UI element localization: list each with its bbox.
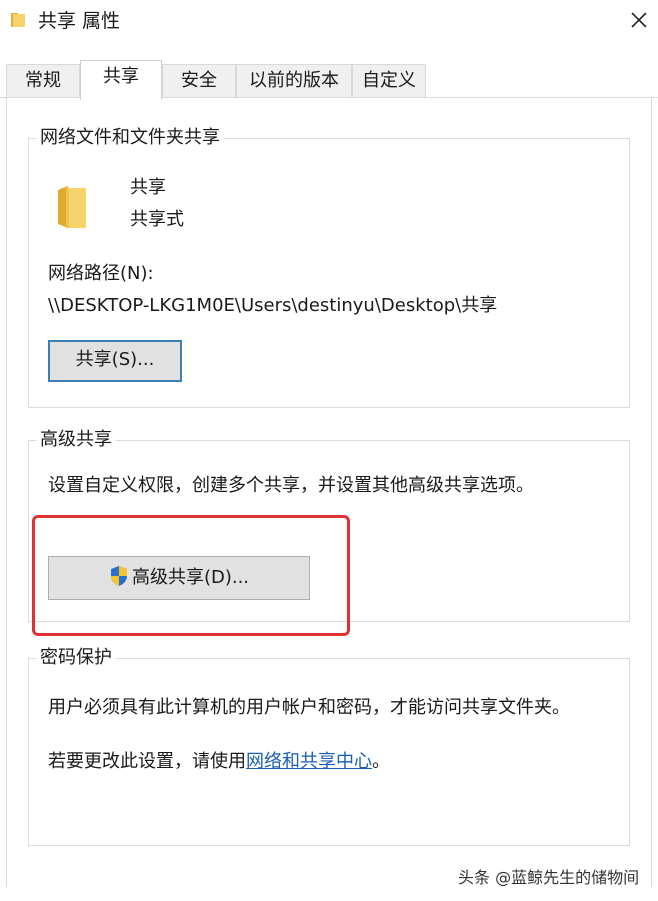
share-state: 共享式	[130, 209, 184, 230]
properties-window: 共享 属性 常规 共享 安全 以前的版本 自定义 网络文件和文件夹共享 共享 共…	[0, 0, 658, 901]
tab-sharing[interactable]: 共享	[80, 60, 162, 100]
tab-customize[interactable]: 自定义	[352, 64, 426, 98]
tab-general[interactable]: 常规	[6, 64, 80, 98]
folder-icon	[11, 13, 25, 27]
network-sharing-title: 网络文件和文件夹共享	[36, 126, 224, 150]
change-setting-text: 若要更改此设置，请使用网络和共享中心。	[48, 750, 390, 774]
change-setting-prefix: 若要更改此设置，请使用	[48, 751, 246, 772]
advanced-sharing-button-label: 高级共享(D)...	[131, 567, 250, 588]
watermark: 头条 @蓝鲸先生的储物间	[458, 868, 640, 887]
advanced-sharing-description: 设置自定义权限，创建多个共享，并设置其他高级共享选项。	[48, 475, 534, 496]
network-sharing-center-link[interactable]: 网络和共享中心	[246, 751, 372, 772]
shield-icon	[110, 566, 127, 586]
folder-icon	[58, 186, 86, 228]
tab-security[interactable]: 安全	[162, 64, 236, 98]
advanced-sharing-button[interactable]: 高级共享(D)...	[48, 556, 310, 600]
change-setting-suffix: 。	[372, 751, 390, 772]
password-protection-description: 用户必须具有此计算机的用户帐户和密码，才能访问共享文件夹。	[48, 697, 570, 718]
close-icon[interactable]	[627, 8, 651, 32]
title-bar: 共享 属性	[0, 0, 658, 42]
network-path-value: \\DESKTOP-LKG1M0E\Users\destinyu\Desktop…	[48, 295, 498, 316]
tab-previous-versions[interactable]: 以前的版本	[236, 64, 352, 98]
tab-strip: 常规 共享 安全 以前的版本 自定义	[0, 60, 658, 100]
password-protection-title: 密码保护	[36, 646, 116, 670]
share-button[interactable]: 共享(S)...	[48, 340, 182, 382]
window-title: 共享 属性	[38, 10, 121, 32]
folder-name: 共享	[130, 177, 166, 198]
advanced-sharing-title: 高级共享	[36, 428, 116, 452]
network-path-label: 网络路径(N):	[48, 263, 154, 284]
